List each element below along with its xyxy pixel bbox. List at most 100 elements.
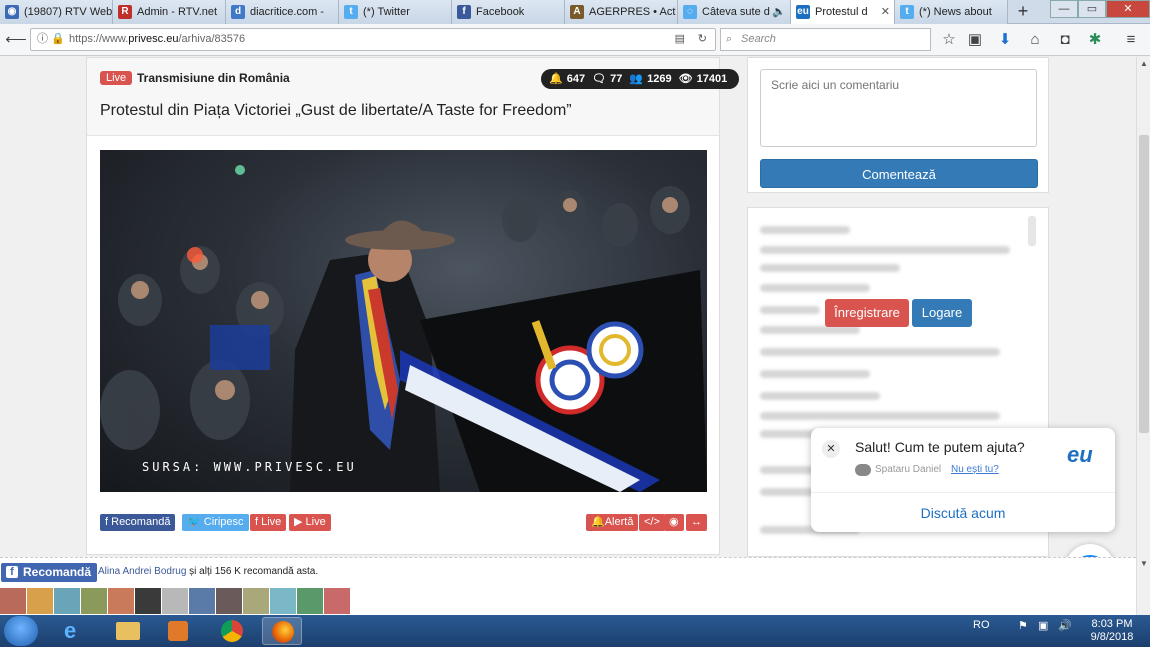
avatar[interactable] <box>216 588 242 614</box>
firefox-icon[interactable] <box>262 617 302 645</box>
chat-widget: ✕ Salut! Cum te putem ajuta? Spataru Dan… <box>811 428 1115 532</box>
downloads-icon[interactable]: ⬇ <box>994 29 1016 51</box>
address-bar[interactable]: ⓘ 🔒 https://www.privesc.eu/arhiva/83576 … <box>30 28 716 51</box>
new-tab-button[interactable]: + <box>1008 0 1038 23</box>
tab-favicon-icon: A <box>570 5 584 19</box>
scroll-up-icon[interactable]: ▲ <box>1137 59 1150 68</box>
submit-comment-button[interactable]: Comentează <box>760 159 1038 188</box>
start-button[interactable] <box>4 616 38 646</box>
tab-protestul[interactable]: eu Protestul d ✕ <box>791 0 895 24</box>
avatar[interactable] <box>27 588 53 614</box>
lock-icon: 🔒 <box>51 33 65 45</box>
youtube-live-button[interactable]: ▶ Live <box>289 514 331 531</box>
language-indicator[interactable]: RO <box>973 619 990 631</box>
bell-icon: 🔔 <box>549 73 563 85</box>
close-chat-button[interactable]: ✕ <box>822 440 840 458</box>
search-icon: ⌕ <box>726 33 733 45</box>
code-icon: </> <box>644 516 660 528</box>
internet-explorer-icon[interactable]: e <box>56 617 96 645</box>
alert-button[interactable]: 🔔Alertă <box>586 514 639 531</box>
broadcast-card: Live Transmisiune din România 🔔 647 🗨 77 👥… <box>86 57 740 555</box>
blurred-comment <box>760 326 860 334</box>
facebook-recommend-button[interactable]: f Recomandă <box>1 563 98 582</box>
comments-scrollbar[interactable] <box>1028 216 1036 246</box>
home-icon[interactable]: ⌂ <box>1024 29 1046 51</box>
twitter-icon: t <box>344 5 358 19</box>
blurred-comment <box>760 284 870 292</box>
maximize-button[interactable]: ▭ <box>1078 0 1106 18</box>
extension-icon[interactable]: ✱ <box>1084 29 1106 51</box>
tab-bar: ◉ (19807) RTV Web R Admin - RTV.net d diacr… <box>0 0 1150 24</box>
pocket-icon[interactable]: ◘ <box>1054 29 1076 51</box>
avatar[interactable] <box>270 588 296 614</box>
close-window-button[interactable]: ✕ <box>1106 0 1150 18</box>
avatar[interactable] <box>162 588 188 614</box>
privesc-logo: eu <box>1067 442 1093 467</box>
tab-twitter[interactable]: t (*) Twitter <box>339 0 452 24</box>
chrome-icon[interactable] <box>212 617 252 645</box>
minimize-button[interactable]: — <box>1050 0 1078 18</box>
bookmark-star-icon[interactable]: ☆ <box>938 29 960 51</box>
recommend-button[interactable]: f Recomandă <box>100 514 176 531</box>
tab-favicon-icon: ◌ <box>683 5 697 19</box>
tweet-button[interactable]: 🐦 Ciripesc <box>182 514 249 531</box>
tab-agerpres[interactable]: A AGERPRES • Act <box>565 0 678 24</box>
avatar[interactable] <box>135 588 161 614</box>
comment-input[interactable] <box>760 69 1037 147</box>
tab-facebook[interactable]: f Facebook <box>452 0 565 24</box>
tab-diacritice[interactable]: d diacritice.com - <box>226 0 339 24</box>
clock[interactable]: 8:03 PM 9/8/2018 <box>1082 618 1142 644</box>
avatar[interactable] <box>81 588 107 614</box>
flag-icon[interactable]: ⚑ <box>1018 619 1028 632</box>
video-player[interactable]: SURSA: WWW.PRIVESC.EU <box>100 150 707 492</box>
navigation-bar: ⟵ ⓘ 🔒 https://www.privesc.eu/arhiva/8357… <box>0 24 1150 56</box>
tab-rtv-web[interactable]: ◉ (19807) RTV Web <box>0 0 113 24</box>
hide-button[interactable]: ◉ <box>664 514 684 531</box>
reader-view-icon[interactable]: ▤ <box>675 29 685 50</box>
facebook-icon: f <box>457 5 471 19</box>
facebook-live-button[interactable]: f Live <box>250 514 287 531</box>
avatar[interactable] <box>324 588 350 614</box>
volume-icon[interactable]: 🔊 <box>1058 619 1072 632</box>
file-explorer-icon[interactable] <box>108 617 148 645</box>
menu-icon[interactable]: ≡ <box>1120 29 1142 51</box>
register-button[interactable]: Înregistrare <box>825 299 909 327</box>
blurred-comment <box>760 306 820 314</box>
twitter-icon: 🐦 <box>187 516 204 528</box>
avatar[interactable] <box>54 588 80 614</box>
not-you-link[interactable]: Nu ești tu? <box>951 464 999 475</box>
embed-button[interactable]: </> <box>639 514 665 531</box>
tab-admin-rtv[interactable]: R Admin - RTV.net <box>113 0 226 24</box>
avatar[interactable] <box>189 588 215 614</box>
blurred-comment <box>760 246 1010 254</box>
avatar[interactable] <box>243 588 269 614</box>
media-player-icon[interactable] <box>158 617 198 645</box>
back-button[interactable]: ⟵ <box>5 29 27 51</box>
agent-name: Spataru Daniel <box>875 464 942 475</box>
eye-slash-icon: ◉ <box>669 516 679 528</box>
tab-cateva-sute[interactable]: ◌ Câteva sute d 🔈 <box>678 0 791 24</box>
network-icon[interactable]: ▣ <box>1038 619 1048 632</box>
scroll-down-icon[interactable]: ▼ <box>1137 559 1150 568</box>
expand-button[interactable]: ↔ <box>686 514 707 531</box>
blurred-comment <box>760 370 870 378</box>
friend-name-link[interactable]: Alina Andrei Bodrug <box>98 566 186 577</box>
tab-news-about[interactable]: t (*) News about <box>895 0 1008 24</box>
avatar[interactable] <box>297 588 323 614</box>
tab-close-icon[interactable]: ✕ <box>881 0 890 24</box>
bell-icon: 🔔 <box>591 516 605 528</box>
broadcast-header: Live Transmisiune din România 🔔 647 🗨 77 👥… <box>87 58 740 136</box>
users-icon: 👥 <box>629 73 644 85</box>
avatar[interactable] <box>0 588 26 614</box>
info-icon[interactable]: ⓘ <box>37 29 48 50</box>
scrollbar-thumb[interactable] <box>1139 135 1149 433</box>
eye-icon: 👁 <box>678 73 693 85</box>
reload-icon[interactable]: ↻ <box>698 29 707 50</box>
page-scrollbar[interactable]: ▲ ▼ <box>1136 57 1150 615</box>
login-button[interactable]: Logare <box>912 299 972 327</box>
search-input[interactable]: ⌕ Search <box>720 28 931 51</box>
speaker-icon: 🔈 <box>772 6 786 18</box>
avatar[interactable] <box>108 588 134 614</box>
bookmarks-list-icon[interactable]: ▣ <box>964 29 986 51</box>
start-chat-button[interactable]: Discută acum <box>811 505 1115 521</box>
